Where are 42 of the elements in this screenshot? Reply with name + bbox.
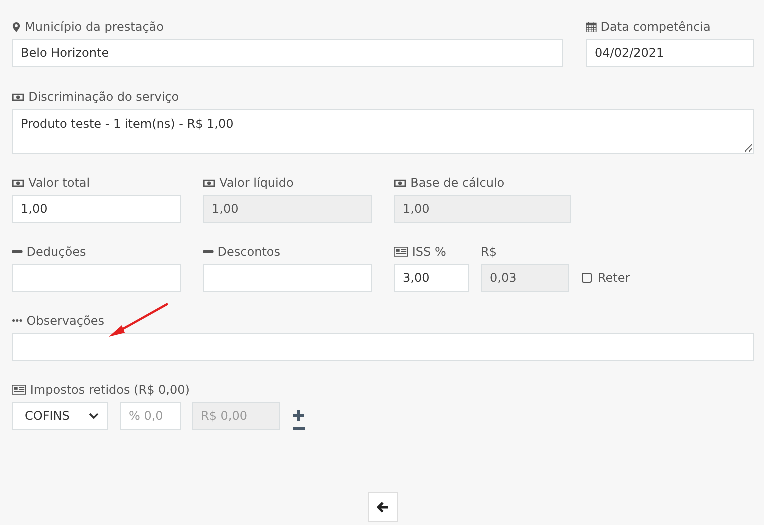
banknote-icon (12, 178, 25, 188)
ellipsis-icon (12, 319, 23, 323)
banknote-icon (203, 178, 216, 188)
field-label: Deduções (26, 245, 86, 259)
annotation-arrow (108, 302, 170, 338)
retain-checkbox[interactable]: Reter (582, 264, 630, 292)
remove-button[interactable] (293, 427, 305, 430)
add-button[interactable] (293, 410, 305, 422)
minus-icon (12, 250, 23, 254)
field-label: Observações (26, 314, 104, 328)
calendar-icon (586, 22, 597, 32)
input-field[interactable] (203, 264, 372, 292)
input-field[interactable]: 1,00 (12, 195, 181, 223)
input-field[interactable]: % 0,0 (120, 402, 181, 430)
input-field[interactable]: 04/02/2021 (586, 39, 754, 67)
tax-select[interactable]: COFINS (12, 402, 108, 430)
input-field[interactable]: Belo Horizonte (12, 39, 563, 67)
minus-icon (203, 250, 214, 254)
field-label: Base de cálculo (410, 176, 505, 190)
input-field[interactable] (12, 333, 754, 361)
field-label: R$ (481, 245, 497, 259)
field-label: Impostos retidos (R$ 0,00) (30, 383, 190, 397)
arrow-left-icon (377, 502, 389, 512)
banknote-icon (12, 92, 25, 102)
newspaper-icon (12, 385, 26, 395)
text-area[interactable]: Produto teste - 1 item(ns) - R$ 1,00 (12, 109, 754, 154)
field-label: Município da prestação (25, 20, 164, 34)
field-label: ISS % (412, 245, 446, 259)
newspaper-icon (394, 247, 408, 257)
field-label: Descontos (218, 245, 281, 259)
input-field[interactable] (12, 264, 181, 292)
chevron-down-icon (89, 413, 99, 419)
field-label: Valor líquido (220, 176, 294, 190)
input-field[interactable]: 3,00 (394, 264, 469, 292)
back-button[interactable] (368, 492, 398, 522)
banknote-icon (394, 178, 407, 188)
plus-icon (293, 410, 305, 422)
field-label: Data competência (600, 20, 711, 34)
minus-icon (293, 427, 305, 430)
field-label: Valor total (28, 176, 90, 190)
field-label: Discriminação do serviço (28, 90, 180, 104)
map-pin-icon (12, 22, 21, 32)
